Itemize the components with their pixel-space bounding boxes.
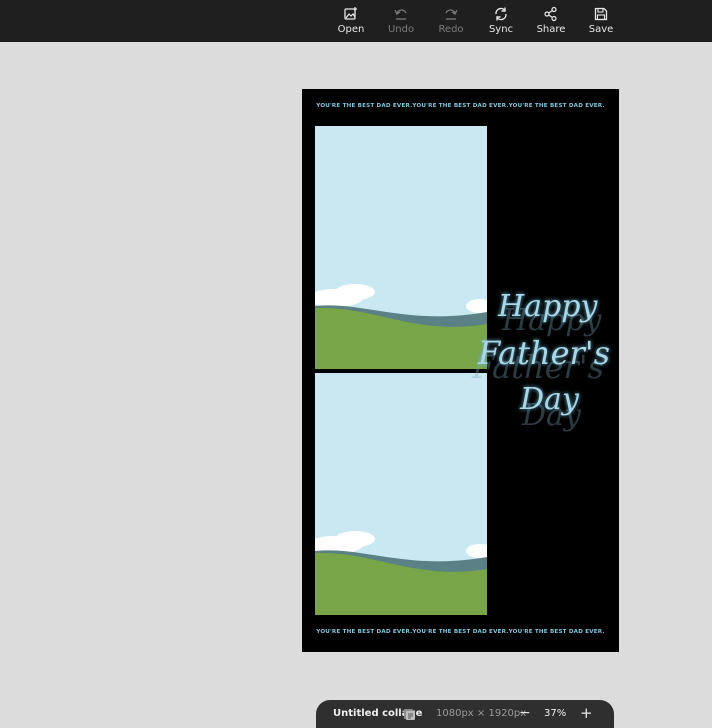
open-button[interactable]: Open [331, 6, 371, 40]
top-toolbar: Open Undo Redo Sync Share Save [0, 0, 712, 42]
save-icon [594, 7, 608, 21]
photo-slot-1[interactable] [315, 126, 487, 369]
share-label: Share [536, 24, 566, 35]
landscape-placeholder-image [315, 373, 487, 615]
photo-slot-2[interactable] [315, 373, 487, 615]
zoom-level[interactable]: 37% [544, 708, 566, 719]
undo-label: Undo [387, 24, 415, 35]
collage-canvas[interactable]: YOU'RE THE BEST DAD EVER.YOU'RE THE BEST… [302, 89, 619, 652]
zoom-in-button[interactable]: + [580, 704, 593, 722]
sync-button[interactable]: Sync [481, 6, 521, 40]
open-label: Open [337, 24, 365, 35]
redo-label: Redo [438, 24, 464, 35]
zoom-out-button[interactable]: − [519, 705, 531, 721]
undo-icon [394, 9, 407, 20]
share-icon [544, 6, 557, 22]
save-button[interactable]: Save [581, 6, 621, 40]
status-bar: Untitled collage 1080px × 1920px − 37% + [316, 700, 614, 728]
undo-button[interactable]: Undo [381, 6, 421, 40]
redo-button[interactable]: Redo [431, 6, 471, 40]
pages-icon[interactable] [402, 707, 416, 721]
share-button[interactable]: Share [531, 6, 571, 40]
banner-text-top: YOU'RE THE BEST DAD EVER.YOU'RE THE BEST… [316, 103, 605, 109]
script-text-day[interactable]: Day [520, 382, 579, 417]
sync-icon [495, 7, 507, 21]
save-label: Save [588, 24, 614, 35]
landscape-placeholder-image [315, 126, 487, 369]
script-text-happy[interactable]: Happy [498, 289, 597, 324]
image-add-icon [344, 7, 357, 20]
script-text-fathers[interactable]: Father's [478, 334, 610, 372]
canvas-dimensions: 1080px × 1920px [436, 708, 527, 719]
sync-label: Sync [488, 24, 514, 35]
redo-icon [445, 9, 458, 20]
banner-text-bottom: YOU'RE THE BEST DAD EVER.YOU'RE THE BEST… [316, 629, 605, 635]
